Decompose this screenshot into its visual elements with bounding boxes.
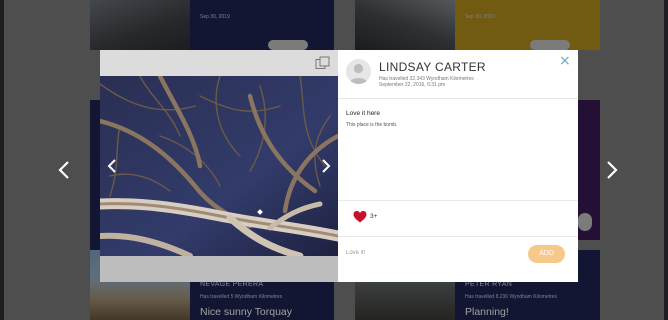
copy-icon[interactable] <box>315 56 331 70</box>
card-pill <box>530 40 570 50</box>
prev-photo-button[interactable] <box>107 158 117 174</box>
feed-card[interactable]: Sep 30, 2019 <box>455 0 600 50</box>
card-author: PETER RYAN <box>465 281 513 288</box>
feed-card[interactable] <box>90 100 100 250</box>
comment-divider <box>338 236 578 237</box>
tree-branches-image <box>100 76 338 256</box>
card-meta: Has travelled 8,236 Wyndham Kilometres <box>465 294 557 300</box>
header-divider <box>338 98 578 99</box>
add-comment-button[interactable]: ADD <box>528 245 565 263</box>
post-timestamp: September 22, 2016, 6:31 pm <box>379 82 446 88</box>
author-meta: Has travelled 32,343 Wyndham Kilometres … <box>379 76 474 88</box>
author-name[interactable]: LINDSAY CARTER <box>379 60 486 74</box>
close-button[interactable]: × <box>559 53 571 69</box>
chevron-right-icon <box>607 161 618 179</box>
post-modal: LINDSAY CARTER Has travelled 32,343 Wynd… <box>100 50 578 282</box>
photo-toolbar <box>100 50 338 76</box>
card-pill <box>578 213 592 231</box>
card-author: NEVAGE PERERA <box>200 281 264 288</box>
card-meta: Has travelled 5 Wyndham Kilometres <box>200 294 283 300</box>
card-title: Nice sunny Torquay <box>200 306 293 318</box>
feed-card[interactable] <box>578 100 600 240</box>
feed-card-photo[interactable] <box>355 0 455 50</box>
chevron-left-icon <box>107 159 116 173</box>
feed-card[interactable]: Sep 30, 2019 <box>190 0 334 50</box>
post-photo[interactable] <box>100 76 338 256</box>
comment-input[interactable] <box>346 246 486 260</box>
close-icon: × <box>559 53 571 69</box>
card-date: Sep 30, 2019 <box>200 14 230 20</box>
card-title: Planning! <box>465 306 509 318</box>
like-count[interactable]: 3+ <box>370 213 377 220</box>
feed-card-photo[interactable] <box>90 0 190 50</box>
photo-footer <box>100 256 338 282</box>
photo-pane <box>100 50 338 282</box>
likes-divider-top <box>338 200 578 201</box>
window-edge-right <box>664 0 668 320</box>
user-avatar-icon[interactable] <box>346 59 371 84</box>
chevron-left-icon <box>58 161 69 179</box>
chevron-right-icon <box>322 159 331 173</box>
card-pill <box>268 40 308 50</box>
card-date: Sep 30, 2019 <box>465 14 495 20</box>
heart-icon[interactable] <box>353 210 367 224</box>
next-photo-button[interactable] <box>321 158 331 174</box>
prev-post-button[interactable] <box>58 160 70 183</box>
window-edge-left <box>0 0 4 320</box>
next-post-button[interactable] <box>606 160 618 183</box>
post-title: Love it here <box>346 110 380 117</box>
post-detail-pane: LINDSAY CARTER Has travelled 32,343 Wynd… <box>338 50 578 282</box>
post-body: This place is the bomb. <box>346 122 398 128</box>
